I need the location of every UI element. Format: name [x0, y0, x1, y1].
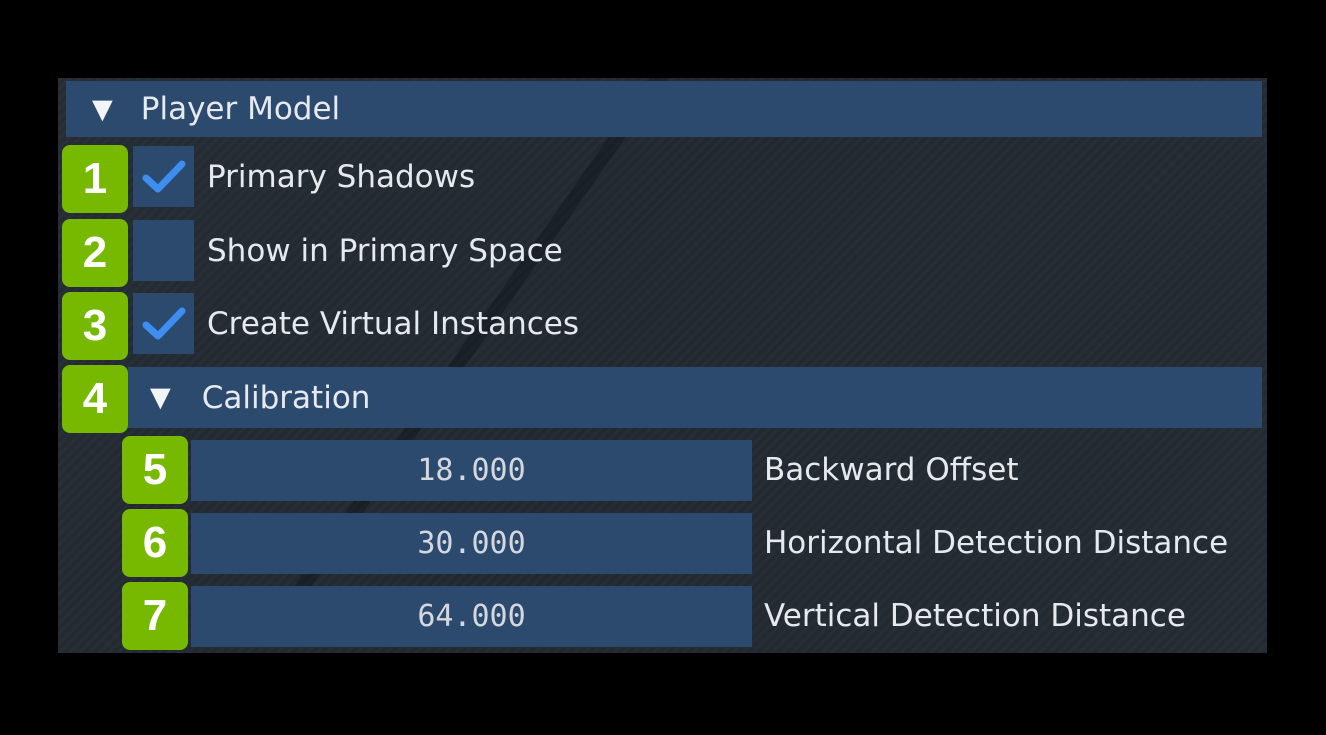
primary-shadows-checkbox[interactable] [133, 146, 194, 207]
checkmark-icon [142, 160, 185, 192]
horizontal-detection-distance-value: 30.000 [417, 526, 526, 561]
player-model-title: Player Model [140, 91, 341, 127]
vertical-detection-distance-value: 64.000 [417, 599, 526, 634]
calibration-header[interactable]: ▼ Calibration [128, 367, 1262, 428]
primary-shadows-label: Primary Shadows [207, 158, 476, 195]
collapse-triangle-icon[interactable]: ▼ [92, 94, 113, 125]
backward-offset-label: Backward Offset [764, 452, 1019, 488]
vertical-detection-distance-label: Vertical Detection Distance [764, 598, 1186, 634]
create-virtual-instances-checkbox[interactable] [133, 293, 194, 354]
horizontal-detection-distance-input[interactable]: 30.000 [191, 513, 752, 574]
callout-badge-4: 4 [62, 365, 128, 433]
create-virtual-instances-label: Create Virtual Instances [207, 305, 580, 342]
show-in-primary-space-label: Show in Primary Space [207, 232, 563, 269]
toggle-row-primary-shadows[interactable]: Primary Shadows [133, 146, 475, 207]
horizontal-detection-distance-label: Horizontal Detection Distance [764, 525, 1229, 561]
player-model-panel: ▼ Player Model Primary Shadows Show in P… [58, 78, 1267, 653]
callout-badge-3: 3 [62, 292, 128, 360]
vertical-detection-distance-input[interactable]: 64.000 [191, 586, 752, 647]
callout-badge-7: 7 [122, 582, 188, 650]
backward-offset-value: 18.000 [417, 453, 526, 488]
callout-badge-6: 6 [122, 509, 188, 577]
show-in-primary-space-checkbox[interactable] [133, 220, 194, 281]
calibration-title: Calibration [201, 379, 371, 416]
checkmark-icon [142, 307, 185, 339]
callout-badge-5: 5 [122, 436, 188, 504]
player-model-header[interactable]: ▼ Player Model [66, 81, 1262, 137]
backward-offset-input[interactable]: 18.000 [191, 440, 752, 501]
collapse-triangle-icon[interactable]: ▼ [150, 382, 171, 413]
callout-badge-1: 1 [62, 145, 128, 213]
callout-badge-2: 2 [62, 219, 128, 287]
toggle-row-show-in-primary-space[interactable]: Show in Primary Space [133, 220, 563, 281]
toggle-row-create-virtual-instances[interactable]: Create Virtual Instances [133, 293, 579, 354]
